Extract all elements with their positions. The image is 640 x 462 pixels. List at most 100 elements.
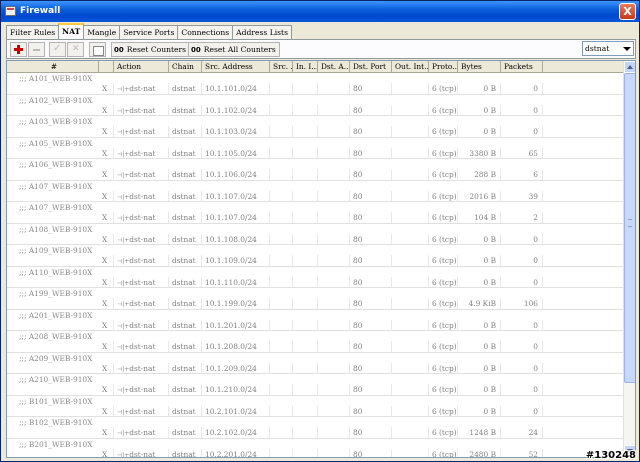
cell-empty xyxy=(293,362,318,374)
table-row[interactable]: ;;; A208_WEB-910X X ⊣|+dst-nat dstnat 10.1.2… xyxy=(7,331,624,353)
cell-proto: 6 (tcp) xyxy=(429,276,458,288)
chain-filter-select[interactable]: dstnat xyxy=(582,41,634,56)
cell-src: 10.1.208.0/24 xyxy=(202,341,270,352)
column-header-dst-port[interactable]: Dst. Port xyxy=(350,61,392,73)
cell-empty xyxy=(293,83,318,94)
column-header-dst-address[interactable]: Dst. A... xyxy=(318,61,350,73)
dst-nat-icon: ⊣|+ xyxy=(117,129,130,136)
column-header-bytes[interactable]: Bytes xyxy=(458,61,501,73)
column-header-number[interactable]: # xyxy=(7,61,99,73)
cell-empty xyxy=(270,276,293,288)
table-row[interactable]: ;;; A102_WEB-910X X ⊣|+dst-nat dstnat 10.1.1… xyxy=(7,95,624,116)
reset-counters-button[interactable]: 00 Reset Counters xyxy=(111,42,191,57)
table-row[interactable]: ;;; A103_WEB-910X X ⊣|+dst-nat dstnat 10.1.1… xyxy=(7,116,624,138)
row-cells: X ⊣|+dst-nat dstnat 10.1.199.0/24 80 6 (tcp) 4… xyxy=(7,298,624,309)
close-button[interactable]: X xyxy=(619,3,636,20)
action-label: dst-nat xyxy=(129,363,156,373)
dst-nat-icon: ⊣|+ xyxy=(117,236,130,244)
cell-bytes: 4.9 KiB xyxy=(458,298,501,309)
disable-icon[interactable] xyxy=(67,42,84,57)
table-row[interactable]: ;;; B102_WEB-910X X ⊣|+dst-nat dstnat 10.2.1… xyxy=(7,417,624,439)
cell-bytes: 104 B xyxy=(458,212,501,223)
cell-empty xyxy=(293,255,318,266)
scrollbar-thumb[interactable] xyxy=(624,73,635,383)
cell-empty xyxy=(293,341,318,352)
row-cells: X ⊣|+dst-nat dstnat 10.1.208.0/24 80 6 (tcp) 0… xyxy=(7,341,624,352)
cell-bytes: 3380 B xyxy=(458,147,501,159)
cell-flag: X xyxy=(99,255,114,266)
column-header-flag[interactable] xyxy=(99,61,114,73)
cell-empty xyxy=(293,448,318,457)
tab-bar: Filter Rules NAT Mangle Service Ports Co… xyxy=(6,23,293,39)
reset-all-counters-button[interactable]: 00 Reset All Counters xyxy=(188,42,280,57)
chevron-down-icon[interactable] xyxy=(620,42,633,55)
column-header-action[interactable]: Action xyxy=(114,61,169,73)
vertical-scrollbar[interactable] xyxy=(623,61,635,457)
firewall-window: Firewall X Filter Rules NAT Mangle Servi… xyxy=(0,0,640,462)
table-row[interactable]: ;;; A107_WEB-910X X ⊣|+dst-nat dstnat 10.1.1… xyxy=(7,202,624,224)
cell-packets: 0 xyxy=(501,83,543,94)
cell-flag: X xyxy=(99,126,114,137)
dst-nat-icon: ⊣|+ xyxy=(117,86,130,93)
column-header-src-address[interactable]: Src. Address xyxy=(202,61,270,73)
column-header-chain[interactable]: Chain xyxy=(169,61,202,73)
cell-empty xyxy=(270,233,293,245)
dst-nat-icon: ⊣|+ xyxy=(117,301,130,308)
rule-comment: ;;; A103_WEB-910X xyxy=(19,117,93,126)
tab-service-ports[interactable]: Service Ports xyxy=(119,25,179,39)
cell-action: ⊣|+dst-nat xyxy=(114,384,169,395)
table-row[interactable]: ;;; B201_WEB-910X X ⊣|+dst-nat dstnat 10.2.2… xyxy=(7,439,624,457)
comment-icon[interactable] xyxy=(89,42,106,57)
column-header-in-interface[interactable]: In. I... xyxy=(293,61,318,73)
table-row[interactable]: ;;; A201_WEB-910X X ⊣|+dst-nat dstnat 10.1.2… xyxy=(7,310,624,331)
cell-chain: dstnat xyxy=(169,169,202,180)
cell-bytes: 0 B xyxy=(458,104,501,116)
cell-packets: 106 xyxy=(501,298,543,309)
cell-empty xyxy=(392,233,429,245)
column-header-packets[interactable]: Packets xyxy=(501,61,543,73)
rule-comment: ;;; A199_WEB-910X xyxy=(19,289,93,298)
add-icon[interactable] xyxy=(10,42,27,57)
cell-packets: 0 xyxy=(501,341,543,352)
table-row[interactable]: ;;; A210_WEB-910X X ⊣|+dst-nat dstnat 10.1.2… xyxy=(7,374,624,396)
table-row[interactable]: ;;; A107_WEB-910X X ⊣|+dst-nat dstnat 10.1.1… xyxy=(7,181,624,202)
table-row[interactable]: ;;; A108_WEB-910X X ⊣|+dst-nat dstnat 10.1.1… xyxy=(7,224,624,245)
cell-packets: 0 xyxy=(501,233,543,245)
scroll-up-icon[interactable] xyxy=(624,61,635,73)
remove-icon[interactable] xyxy=(28,42,45,57)
dst-nat-icon: ⊣|+ xyxy=(117,107,130,115)
table-row[interactable]: ;;; A106_WEB-910X X ⊣|+dst-nat dstnat 10.1.1… xyxy=(7,159,624,181)
tab-nat[interactable]: NAT xyxy=(58,23,85,39)
cell-action: ⊣|+dst-nat xyxy=(114,147,169,159)
cell-flag: X xyxy=(99,212,114,223)
column-header-out-interface[interactable]: Out. Int... xyxy=(392,61,429,73)
table-row[interactable]: ;;; B101_WEB-910X X ⊣|+dst-nat dstnat 10.2.1… xyxy=(7,396,624,417)
cell-chain: dstnat xyxy=(169,190,202,202)
cell-dport: 80 xyxy=(350,362,392,374)
enable-icon[interactable] xyxy=(49,42,66,57)
cell-flag: X xyxy=(99,448,114,457)
column-header-protocol[interactable]: Proto... xyxy=(429,61,458,73)
tab-connections[interactable]: Connections xyxy=(177,25,234,39)
tab-address-lists[interactable]: Address Lists xyxy=(232,25,293,39)
table-row[interactable]: ;;; A199_WEB-910X X ⊣|+dst-nat dstnat 10.1.1… xyxy=(7,288,624,310)
table-row[interactable]: ;;; A101_WEB-910X X ⊣|+dst-nat dstnat 10.1.1… xyxy=(7,73,624,95)
column-header-src-port[interactable]: Src. ... xyxy=(270,61,293,73)
table-row[interactable]: ;;; A105_WEB-910X X ⊣|+dst-nat dstnat 10.1.1… xyxy=(7,138,624,159)
cell-action: ⊣|+dst-nat xyxy=(114,427,169,438)
tab-filter-rules[interactable]: Filter Rules xyxy=(6,25,60,39)
cell-empty xyxy=(318,384,350,395)
cell-packets: 52 xyxy=(501,448,543,457)
table-row[interactable]: ;;; A110_WEB-910X X ⊣|+dst-nat dstnat 10.1.1… xyxy=(7,267,624,288)
action-label: dst-nat xyxy=(129,84,156,93)
cell-empty xyxy=(270,319,293,331)
cell-bytes: 1248 B xyxy=(458,427,501,438)
table-row[interactable]: ;;; A209_WEB-910X X ⊣|+dst-nat dstnat 10.1.2… xyxy=(7,353,624,374)
table-row[interactable]: ;;; A109_WEB-910X X ⊣|+dst-nat dstnat 10.1.1… xyxy=(7,245,624,267)
cell-chain: dstnat xyxy=(169,341,202,352)
dst-nat-icon: ⊣|+ xyxy=(117,172,130,179)
cell-empty xyxy=(293,147,318,159)
cell-flag: X xyxy=(99,362,114,374)
tab-mangle[interactable]: Mangle xyxy=(83,25,121,39)
title-bar[interactable]: Firewall X xyxy=(1,1,639,22)
